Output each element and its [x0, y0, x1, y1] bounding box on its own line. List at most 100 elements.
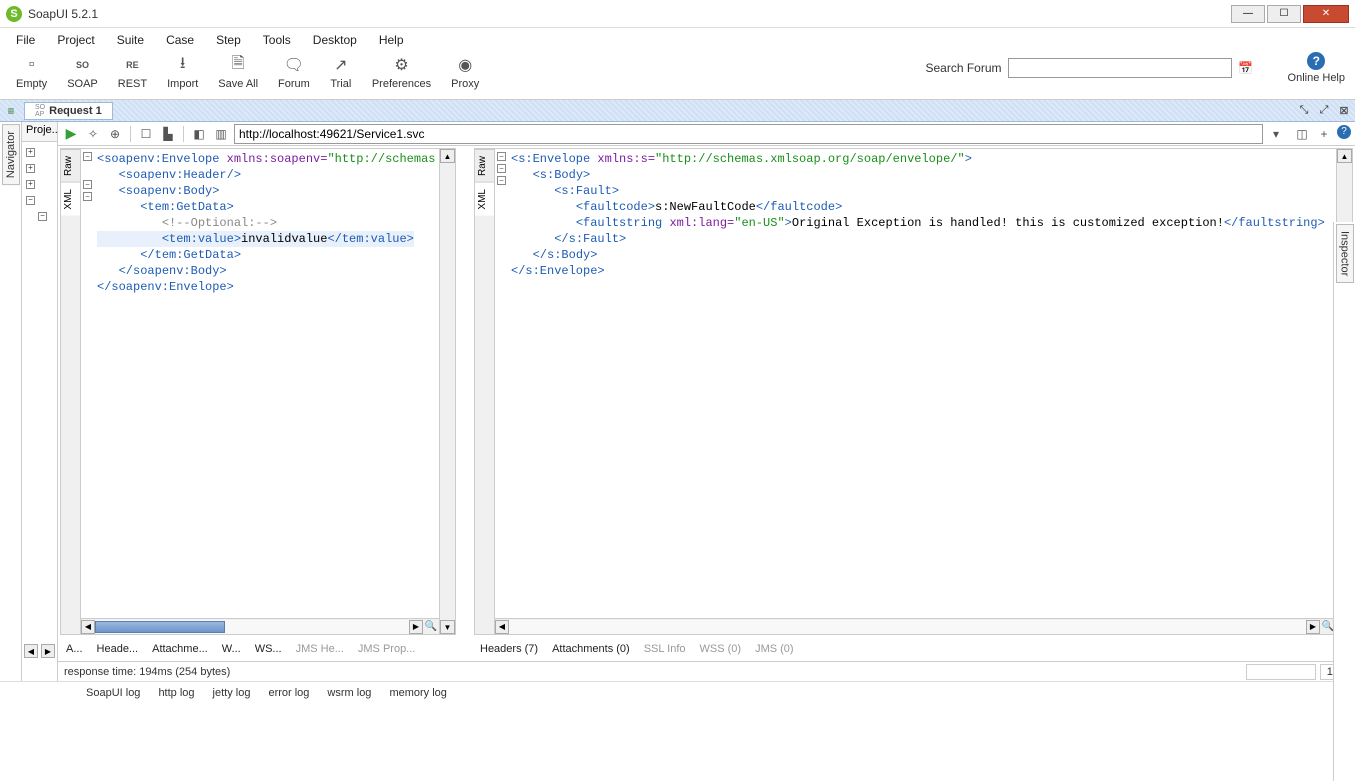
- request-toolbar: ▶ ✧ ⊕ ☐ ▙ ◧ ▥ ▾ ◫ + ?: [58, 122, 1355, 146]
- resp-bt-2[interactable]: SSL Info: [644, 643, 686, 655]
- log-jetty[interactable]: jetty log: [213, 687, 251, 699]
- split-h-button[interactable]: ◫: [1293, 125, 1311, 143]
- log-http[interactable]: http log: [158, 687, 194, 699]
- search-icon[interactable]: 🔍: [423, 620, 439, 634]
- req-hscroll[interactable]: ◀ ▶ 🔍: [81, 618, 439, 634]
- req-vscroll[interactable]: ▲ ▼: [439, 149, 455, 634]
- resp-bt-3[interactable]: WSS (0): [700, 643, 742, 655]
- trial-icon: ↗: [330, 54, 352, 76]
- request-tab[interactable]: SO AP Request 1: [24, 102, 113, 120]
- menu-help[interactable]: Help: [369, 30, 414, 50]
- soap-icon: SO: [71, 54, 93, 76]
- menu-tools[interactable]: Tools: [253, 30, 301, 50]
- req-bt-4[interactable]: WS...: [255, 643, 282, 655]
- scroll-up-icon[interactable]: ▲: [440, 149, 455, 163]
- url-dropdown[interactable]: ▾: [1267, 125, 1285, 143]
- tb-rest[interactable]: REREST: [112, 52, 153, 92]
- menu-project[interactable]: Project: [47, 30, 104, 50]
- assert-button[interactable]: ▙: [159, 125, 177, 143]
- calendar-icon[interactable]: 📅: [1238, 60, 1254, 76]
- resp-bt-4[interactable]: JMS (0): [755, 643, 794, 655]
- response-xml-viewer[interactable]: − − − <s:Envelope xmlns:s="http://schema…: [495, 149, 1336, 618]
- resp-tab-raw[interactable]: Raw: [475, 149, 494, 182]
- req-help-button[interactable]: ?: [1337, 125, 1351, 139]
- tree-expander[interactable]: −: [38, 212, 47, 221]
- log-soapui[interactable]: SoapUI log: [86, 687, 140, 699]
- tool1-button[interactable]: ◧: [190, 125, 208, 143]
- log-memory[interactable]: memory log: [389, 687, 446, 699]
- list-icon[interactable]: ≡: [2, 102, 20, 120]
- maximize-button[interactable]: ☐: [1267, 5, 1301, 23]
- project-tree-panel: Proje... + + + − − ◀ ▶: [22, 122, 58, 681]
- close-button[interactable]: ✕: [1303, 5, 1349, 23]
- scroll-left-icon[interactable]: ◀: [81, 620, 95, 634]
- tree-expander[interactable]: +: [26, 148, 35, 157]
- scroll-right-icon[interactable]: ▶: [409, 620, 423, 634]
- scroll-right-icon[interactable]: ▶: [1306, 620, 1320, 634]
- resp-bt-0[interactable]: Headers (7): [480, 643, 538, 655]
- dock-max-icon[interactable]: ⤢: [1315, 102, 1333, 120]
- menu-step[interactable]: Step: [206, 30, 251, 50]
- req-bt-6[interactable]: JMS Prop...: [358, 643, 415, 655]
- tb-import[interactable]: ⭳Import: [161, 52, 204, 92]
- status-box-empty: [1246, 664, 1316, 680]
- response-bottom-tabs: Headers (7) Attachments (0) SSL Info WSS…: [472, 637, 1355, 661]
- add-button[interactable]: ⊕: [106, 125, 124, 143]
- tree-scroll-right[interactable]: ▶: [41, 644, 55, 658]
- req-bt-5[interactable]: JMS He...: [296, 643, 344, 655]
- search-forum-input[interactable]: [1008, 58, 1232, 78]
- req-bt-3[interactable]: W...: [222, 643, 241, 655]
- endpoint-input[interactable]: [234, 124, 1263, 144]
- req-tab-raw[interactable]: Raw: [61, 149, 80, 182]
- tb-preferences[interactable]: ⚙Preferences: [366, 52, 437, 92]
- navigator-toggle[interactable]: Navigator: [2, 124, 20, 185]
- tb-empty[interactable]: ▫Empty: [10, 52, 53, 92]
- tb-saveall[interactable]: 🗎Save All: [212, 52, 264, 92]
- dock-min-icon[interactable]: ⤡: [1295, 102, 1313, 120]
- splitter[interactable]: [458, 146, 472, 661]
- req-bt-0[interactable]: A...: [66, 643, 83, 655]
- tb-proxy[interactable]: ◉Proxy: [445, 52, 485, 92]
- tb-forum[interactable]: 🗨Forum: [272, 52, 316, 92]
- tree-scroll-left[interactable]: ◀: [24, 644, 38, 658]
- run-button[interactable]: ▶: [62, 125, 80, 143]
- req-bt-1[interactable]: Heade...: [97, 643, 139, 655]
- empty-icon: ▫: [21, 54, 43, 76]
- tree-expander[interactable]: −: [26, 196, 35, 205]
- req-tab-xml[interactable]: XML: [61, 182, 80, 216]
- resp-hscroll[interactable]: ◀ ▶ 🔍: [495, 618, 1336, 634]
- response-pane: Raw XML − − − <s:Envelope xmlns:s="http:…: [472, 146, 1355, 661]
- log-error[interactable]: error log: [268, 687, 309, 699]
- menu-file[interactable]: File: [6, 30, 45, 50]
- search-forum-area: Search Forum 📅: [925, 58, 1253, 78]
- gear-icon: ⚙: [390, 54, 412, 76]
- inspector-toggle[interactable]: Inspector: [1336, 224, 1354, 283]
- import-icon: ⭳: [172, 54, 194, 76]
- scroll-up-icon[interactable]: ▲: [1337, 149, 1352, 163]
- tree-expander[interactable]: +: [26, 180, 35, 189]
- forum-icon: 🗨: [283, 54, 305, 76]
- stop-button[interactable]: ☐: [137, 125, 155, 143]
- minimize-button[interactable]: —: [1231, 5, 1265, 23]
- resp-bt-1[interactable]: Attachments (0): [552, 643, 630, 655]
- dock-close-icon[interactable]: ⊠: [1335, 102, 1353, 120]
- request-xml-editor[interactable]: − − − <soapenv:Envelope xmlns:soapenv="h…: [81, 149, 439, 618]
- tb-soap[interactable]: SOSOAP: [61, 52, 104, 92]
- request-editor-area: ▶ ✧ ⊕ ☐ ▙ ◧ ▥ ▾ ◫ + ?: [58, 122, 1355, 681]
- magic-button[interactable]: ✧: [84, 125, 102, 143]
- tool2-button[interactable]: ▥: [212, 125, 230, 143]
- menu-suite[interactable]: Suite: [107, 30, 154, 50]
- scroll-down-icon[interactable]: ▼: [440, 620, 455, 634]
- tree-expander[interactable]: +: [26, 164, 35, 173]
- resp-tab-xml[interactable]: XML: [475, 182, 494, 216]
- menu-desktop[interactable]: Desktop: [303, 30, 367, 50]
- req-bt-2[interactable]: Attachme...: [152, 643, 208, 655]
- log-tabs: SoapUI log http log jetty log error log …: [0, 681, 1355, 703]
- menu-case[interactable]: Case: [156, 30, 204, 50]
- log-wsrm[interactable]: wsrm log: [327, 687, 371, 699]
- newwin-button[interactable]: +: [1315, 125, 1333, 143]
- tree-header: Proje...: [22, 122, 57, 142]
- scroll-left-icon[interactable]: ◀: [495, 620, 509, 634]
- online-help[interactable]: ? Online Help: [1288, 52, 1345, 84]
- tb-trial[interactable]: ↗Trial: [324, 52, 358, 92]
